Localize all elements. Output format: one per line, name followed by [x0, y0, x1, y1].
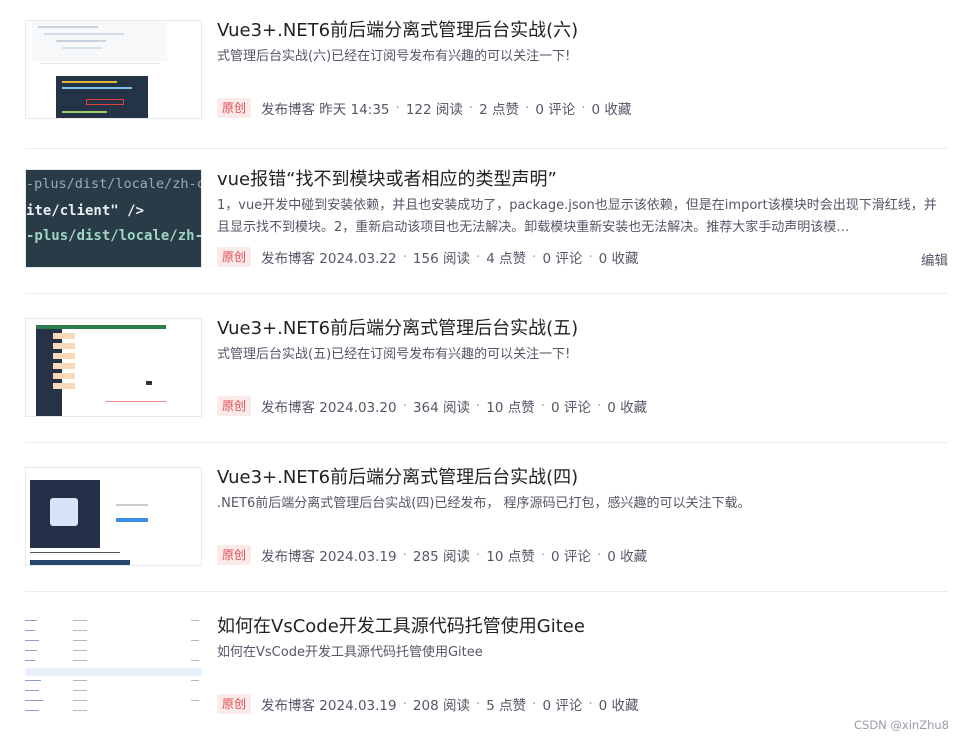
like-count: 10 点赞: [486, 400, 535, 416]
article-meta: 原创 发布博客 2024.03.20 · 364 阅读 · 10 点赞 · 0 …: [217, 395, 647, 417]
article-thumbnail[interactable]: [25, 20, 202, 119]
separator: ·: [581, 100, 586, 116]
article-item: Vue3+.NET6前后端分离式管理后台实战(四) .NET6前后端分离式管理后…: [25, 443, 948, 592]
comment-count: 0 评论: [542, 698, 583, 714]
article-title[interactable]: 如何在VsCode开发工具源代码托管使用Gitee: [217, 614, 585, 640]
favorite-count: 0 收藏: [591, 102, 632, 118]
separator: ·: [468, 100, 474, 116]
comment-count: 0 评论: [551, 400, 591, 416]
comment-count: 0 评论: [542, 251, 583, 267]
article-meta: 原创 发布博客 2024.03.22 · 156 阅读 · 4 点赞 · 0 评…: [217, 246, 639, 268]
original-badge: 原创: [217, 396, 252, 416]
article-item: -plus/dist/locale/zh-cn.mjs ite/client" …: [25, 145, 948, 294]
original-badge: 原创: [217, 247, 252, 267]
comment-count: 0 评论: [551, 549, 591, 565]
article-title[interactable]: Vue3+.NET6前后端分离式管理后台实战(六): [217, 18, 578, 44]
separator: ·: [540, 398, 546, 414]
like-count: 2 点赞: [479, 102, 520, 118]
favorite-count: 0 收藏: [598, 698, 639, 714]
publish-info: 发布博客 昨天 14:35: [261, 102, 390, 118]
separator: ·: [395, 100, 400, 116]
article-title[interactable]: Vue3+.NET6前后端分离式管理后台实战(四): [217, 465, 578, 491]
thumbnail-code-image: -plus/dist/locale/zh-cn.mjs ite/client" …: [26, 170, 202, 267]
read-count: 208 阅读: [412, 698, 470, 714]
publish-info: 发布博客 2024.03.19: [261, 698, 397, 714]
article-thumbnail[interactable]: -plus/dist/locale/zh-cn.mjs ite/client" …: [25, 169, 202, 268]
read-count: 285 阅读: [412, 549, 470, 565]
favorite-count: 0 收藏: [598, 251, 639, 267]
article-title[interactable]: vue报错“找不到模块或者相应的类型声明”: [217, 167, 557, 193]
favorite-count: 0 收藏: [607, 400, 648, 416]
original-badge: 原创: [217, 545, 252, 565]
article-meta: 原创 发布博客 2024.03.19 · 208 阅读 · 5 点赞 · 0 评…: [217, 693, 639, 715]
thumb-code-line: -plus/dist/locale/zh-: [26, 228, 202, 244]
read-count: 122 阅读: [405, 102, 463, 118]
separator: ·: [532, 249, 537, 265]
favorite-count: 0 收藏: [607, 549, 648, 565]
separator: ·: [402, 249, 407, 265]
edit-link[interactable]: 编辑: [921, 249, 948, 269]
article-meta: 原创 发布博客 2024.03.19 · 285 阅读 · 10 点赞 · 0 …: [217, 544, 647, 566]
read-count: 156 阅读: [412, 251, 470, 267]
article-description[interactable]: 1，vue开发中碰到安装依赖，并且也安装成功了，package.json也显示该…: [217, 195, 940, 239]
csdn-watermark: CSDN @xinZhu8: [853, 718, 949, 732]
separator: ·: [588, 249, 593, 265]
separator: ·: [525, 100, 530, 116]
separator: ·: [475, 547, 481, 563]
publish-info: 发布博客 2024.03.19: [261, 549, 397, 565]
article-item: Vue3+.NET6前后端分离式管理后台实战(五) 式管理后台实战(五)已经在订…: [25, 294, 948, 443]
separator: ·: [532, 696, 537, 712]
article-meta: 原创 发布博客 昨天 14:35 · 122 阅读 · 2 点赞 · 0 评论 …: [217, 97, 631, 119]
separator: ·: [402, 398, 407, 414]
separator: ·: [588, 696, 593, 712]
original-badge: 原创: [217, 694, 252, 714]
separator: ·: [475, 398, 481, 414]
article-item: Vue3+.NET6前后端分离式管理后台实战(六) 式管理后台实战(六)已经在订…: [25, 0, 948, 149]
comment-count: 0 评论: [535, 102, 576, 118]
separator: ·: [596, 547, 602, 563]
article-description[interactable]: 式管理后台实战(五)已经在订阅号发布有兴趣的可以关注一下!: [217, 344, 940, 366]
article-description[interactable]: .NET6前后端分离式管理后台实战(四)已经发布， 程序源码已打包，感兴趣的可以…: [217, 493, 940, 515]
thumb-code-line: ite/client" />: [26, 203, 145, 219]
article-item: 如何在VsCode开发工具源代码托管使用Gitee 如何在VsCode开发工具源…: [25, 592, 948, 739]
like-count: 4 点赞: [486, 251, 527, 267]
separator: ·: [596, 398, 602, 414]
original-badge: 原创: [217, 98, 252, 118]
thumb-code-line: -plus/dist/locale/zh-cn.mjs: [26, 176, 201, 192]
like-count: 10 点赞: [486, 549, 535, 565]
read-count: 364 阅读: [412, 400, 470, 416]
separator: ·: [402, 547, 407, 563]
article-description[interactable]: 如何在VsCode开发工具源代码托管使用Gitee: [217, 642, 940, 664]
separator: ·: [540, 547, 546, 563]
publish-info: 发布博客 2024.03.20: [261, 400, 397, 416]
article-description[interactable]: 式管理后台实战(六)已经在订阅号发布有兴趣的可以关注一下!: [217, 46, 940, 68]
article-thumbnail[interactable]: [25, 467, 202, 566]
publish-info: 发布博客 2024.03.22: [261, 251, 397, 267]
separator: ·: [475, 696, 481, 712]
like-count: 5 点赞: [486, 698, 527, 714]
separator: ·: [475, 249, 481, 265]
article-thumbnail[interactable]: [25, 318, 202, 417]
article-title[interactable]: Vue3+.NET6前后端分离式管理后台实战(五): [217, 316, 578, 342]
separator: ·: [402, 696, 407, 712]
article-thumbnail[interactable]: [25, 616, 202, 715]
